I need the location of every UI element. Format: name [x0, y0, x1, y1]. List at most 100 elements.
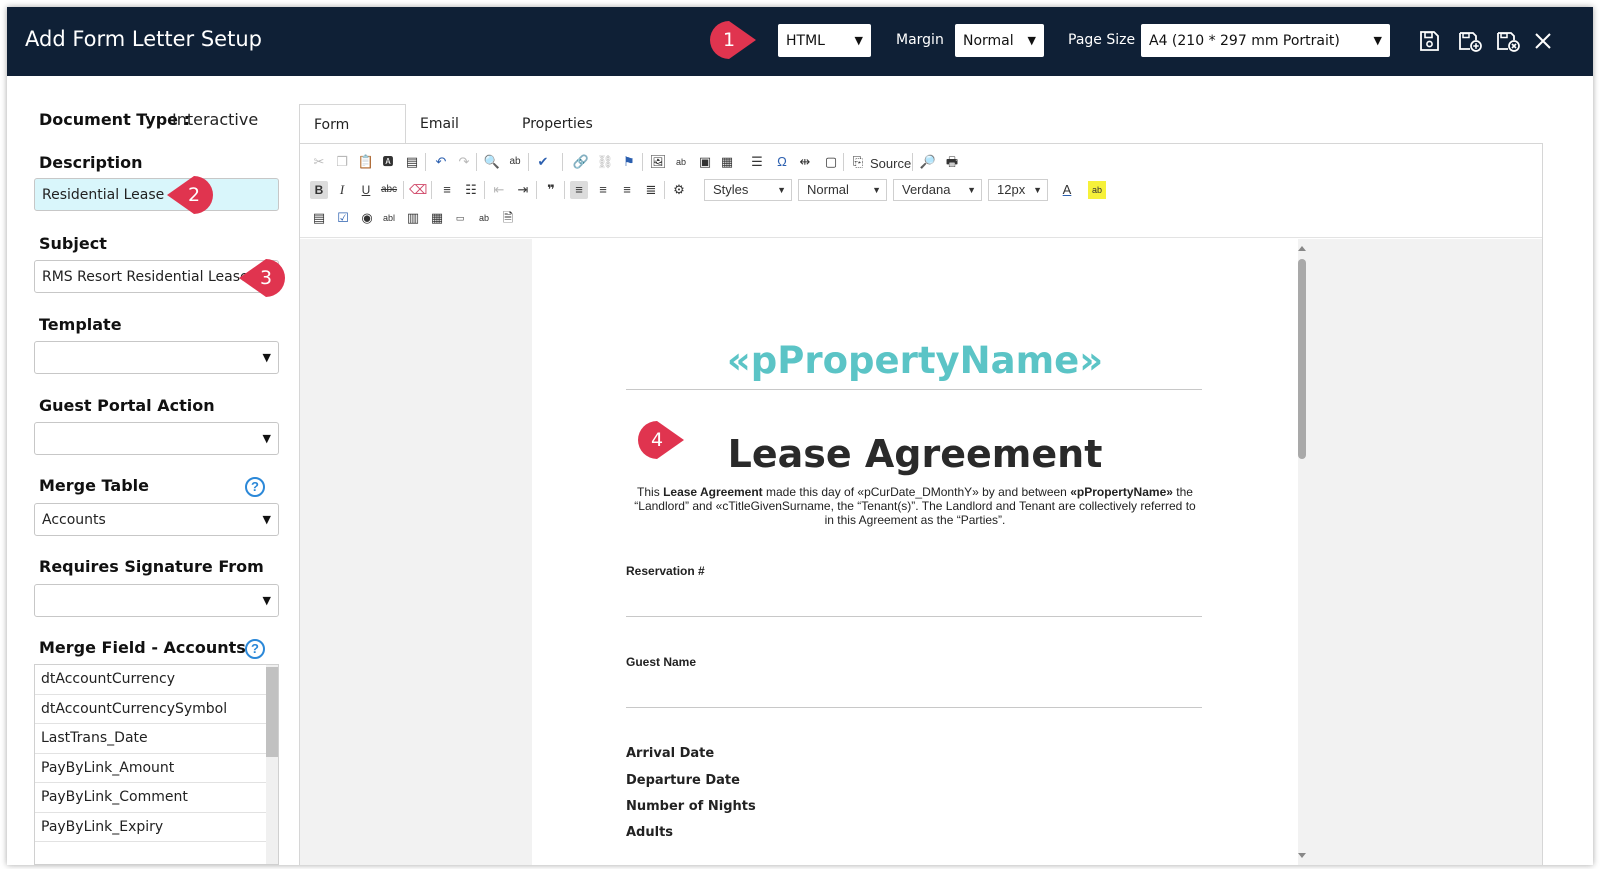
signature-field-icon[interactable]: 🗎 — [499, 209, 517, 227]
help-icon[interactable]: ? — [245, 477, 265, 497]
template-select[interactable]: ▼ — [34, 341, 279, 374]
underline-icon[interactable]: U — [357, 181, 375, 199]
merge-table-value: Accounts — [42, 511, 106, 528]
list-item[interactable]: PayByLink_Amount — [35, 754, 267, 783]
font-combo-value: Verdana — [902, 182, 951, 197]
align-left-icon[interactable]: ≡ — [570, 181, 588, 199]
description-input[interactable]: Residential Lease — [34, 178, 279, 211]
text-color-icon[interactable]: A — [1058, 181, 1076, 199]
close-icon[interactable] — [1531, 29, 1555, 53]
strikethrough-icon[interactable]: abc — [380, 181, 398, 199]
toolbar-separator — [912, 153, 913, 171]
scroll-down-icon[interactable] — [1296, 851, 1308, 861]
merge-table-select[interactable]: Accounts ▼ — [34, 503, 279, 536]
indent-icon[interactable]: ⇥ — [514, 181, 532, 199]
text-field-icon[interactable]: abl — [380, 209, 398, 227]
form-icon[interactable]: ▤ — [310, 209, 328, 227]
textarea-icon[interactable]: ▥ — [404, 209, 422, 227]
subject-input-value: RMS Resort Residential Lease — [42, 268, 249, 285]
margin-select[interactable]: Normal ▼ — [955, 24, 1044, 57]
paste-text-icon[interactable]: 🅰 — [379, 153, 397, 171]
scrollbar-thumb[interactable] — [1298, 259, 1306, 459]
radio-button-icon[interactable]: ◉ — [358, 209, 376, 227]
checkbox-icon[interactable]: ☑ — [334, 209, 352, 227]
save-and-close-icon[interactable] — [1495, 29, 1521, 53]
document-page[interactable]: «pPropertyName» Lease Agreement This Lea… — [532, 239, 1298, 865]
table-icon[interactable]: ▦ — [718, 153, 736, 171]
align-right-icon[interactable]: ≡ — [618, 181, 636, 199]
callout-number: 2 — [187, 184, 201, 206]
source-button-label[interactable]: Source — [870, 156, 911, 171]
align-center-icon[interactable]: ≡ — [594, 181, 612, 199]
format-select[interactable]: HTML ▼ — [778, 24, 871, 57]
callout-marker: 3 — [239, 259, 285, 297]
replace-icon[interactable]: ab — [506, 153, 524, 171]
styles-combo[interactable]: Styles ▼ — [704, 179, 792, 201]
scroll-up-icon[interactable] — [1296, 243, 1308, 253]
image-button-icon[interactable]: ▣ — [696, 153, 714, 171]
print-icon[interactable]: 🖶 — [943, 153, 961, 171]
align-justify-icon[interactable]: ≣ — [642, 181, 660, 199]
tab-form-letter[interactable]: Form Letter — [299, 104, 406, 173]
number-of-nights-field-label: Number of Nights — [626, 799, 756, 814]
redo-icon[interactable]: ↷ — [455, 153, 473, 171]
paste-icon[interactable]: 📋 — [357, 153, 375, 171]
font-combo[interactable]: Verdana ▼ — [893, 179, 982, 201]
button-field-icon[interactable]: ▭ — [451, 209, 469, 227]
hidden-field-icon[interactable]: ab — [475, 209, 493, 227]
page-size-select[interactable]: A4 (210 * 297 mm Portrait) ▼ — [1141, 24, 1390, 57]
image-icon[interactable]: 🖼 — [649, 153, 667, 171]
list-item[interactable]: PayByLink_Expiry — [35, 813, 267, 842]
merge-field-list[interactable]: dtAccountCurrency dtAccountCurrencySymbo… — [34, 664, 279, 865]
save-icon[interactable] — [1417, 29, 1441, 53]
blockquote-icon[interactable]: ❞ — [542, 181, 560, 199]
tab-properties[interactable]: Properties — [508, 104, 607, 144]
preview-icon[interactable]: 🔎 — [919, 153, 937, 171]
horizontal-rule-icon[interactable]: ☰ — [748, 153, 766, 171]
link-icon[interactable]: 🔗 — [572, 153, 590, 171]
tab-email-body[interactable]: Email Body — [406, 104, 473, 172]
copy-icon[interactable]: ❐ — [333, 153, 351, 171]
requires-signature-select[interactable]: ▼ — [34, 584, 279, 617]
unlink-icon[interactable]: ⛓ — [596, 153, 614, 171]
italic-icon[interactable]: I — [333, 181, 351, 199]
remove-format-icon[interactable]: ⌫ — [409, 181, 427, 199]
toolbar-separator — [562, 153, 563, 171]
list-item[interactable]: dtAccountCurrencySymbol — [35, 695, 267, 724]
format-combo[interactable]: Normal ▼ — [798, 179, 887, 201]
window-title: Add Form Letter Setup — [25, 27, 262, 51]
guest-portal-action-select[interactable]: ▼ — [34, 422, 279, 455]
source-icon[interactable]: ⎘ — [849, 153, 867, 171]
form-image-icon[interactable]: ab — [672, 153, 690, 171]
iframe-icon[interactable]: ▢ — [822, 153, 840, 171]
special-character-icon[interactable]: Ω — [773, 153, 791, 171]
list-item[interactable]: dtAccountCurrency — [35, 665, 267, 695]
anchor-flag-icon[interactable]: ⚑ — [620, 153, 638, 171]
cut-icon[interactable]: ✂ — [310, 153, 328, 171]
font-size-combo[interactable]: 12px ▼ — [988, 179, 1048, 201]
chevron-down-icon: ▼ — [262, 351, 271, 364]
list-item[interactable]: PayByLink_Comment — [35, 783, 267, 813]
merge-field-scrollbar[interactable] — [266, 665, 278, 864]
save-and-new-icon[interactable] — [1457, 29, 1483, 53]
undo-icon[interactable]: ↶ — [432, 153, 450, 171]
spellcheck-icon[interactable]: ✔ — [534, 153, 552, 171]
title-bar: Add Form Letter Setup HTML ▼ Margin Norm… — [7, 7, 1593, 76]
scrollbar-thumb[interactable] — [266, 667, 278, 757]
bold-icon[interactable]: B — [310, 181, 328, 199]
find-icon[interactable]: 🔍 — [483, 153, 501, 171]
toolbar-separator — [528, 153, 529, 171]
toolbar-separator — [564, 181, 565, 199]
numbered-list-icon[interactable]: ≡ — [438, 181, 456, 199]
page-break-icon[interactable]: ⇹ — [796, 153, 814, 171]
outdent-icon[interactable]: ⇤ — [490, 181, 508, 199]
select-field-icon[interactable]: ▦ — [428, 209, 446, 227]
paste-word-icon[interactable]: ▤ — [403, 153, 421, 171]
departure-date-field-label: Departure Date — [626, 773, 740, 788]
list-item[interactable]: LastTrans_Date — [35, 724, 267, 754]
document-scrollbar[interactable] — [1296, 243, 1308, 861]
language-icon[interactable]: ⚙ — [670, 181, 688, 199]
bulleted-list-icon[interactable]: ☷ — [462, 181, 480, 199]
background-color-icon[interactable]: ab — [1088, 181, 1106, 199]
help-icon[interactable]: ? — [245, 639, 265, 659]
